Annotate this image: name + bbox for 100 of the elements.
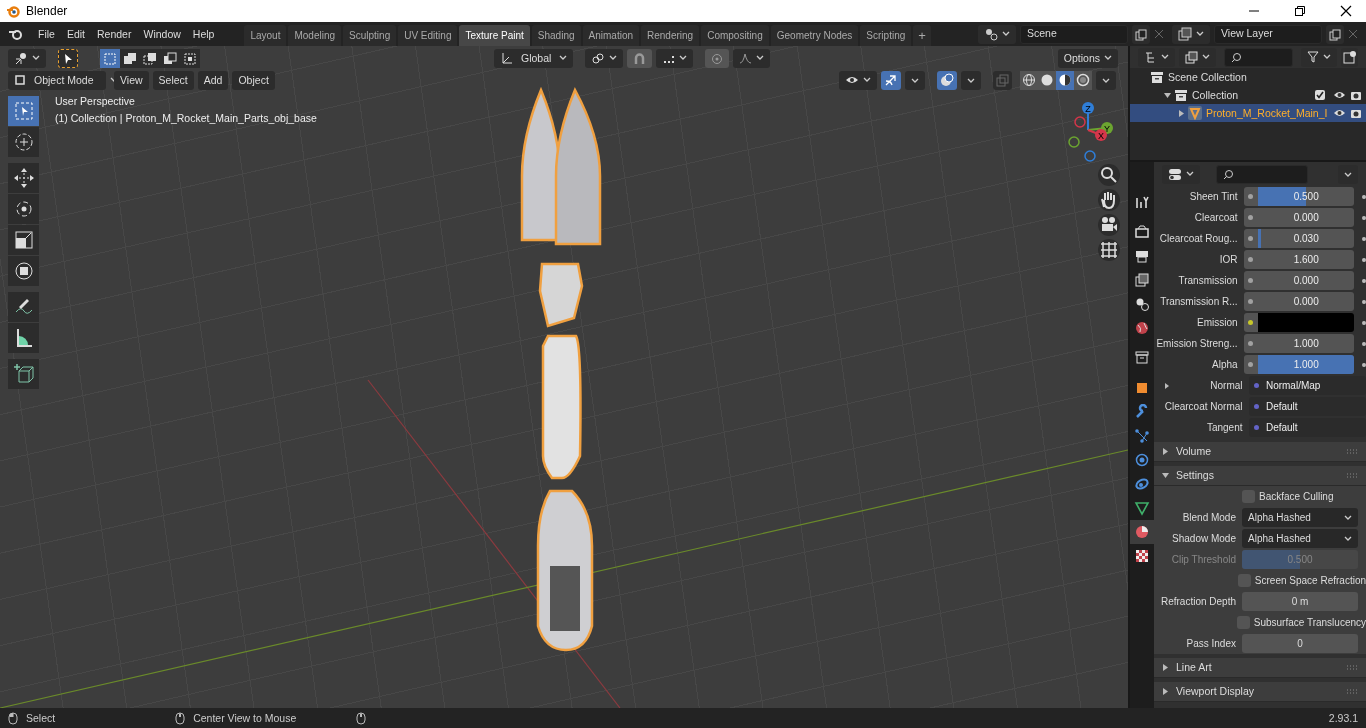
tool-button[interactable] — [58, 48, 78, 68]
xray-toggle[interactable] — [993, 70, 1012, 90]
panel-header[interactable]: Viewport Display — [1154, 682, 1366, 702]
checkbox-label[interactable]: Backface Culling — [1259, 490, 1334, 503]
value-slider[interactable]: 0.000 — [1258, 292, 1355, 311]
duplicate-button[interactable] — [1132, 24, 1150, 44]
dropdown-field[interactable]: Alpha Hashed — [1242, 529, 1358, 548]
socket-icon[interactable] — [1243, 355, 1259, 374]
toolbar-tool[interactable] — [8, 194, 39, 224]
selection-mode-button[interactable] — [160, 48, 180, 68]
pivot-point-dropdown[interactable] — [585, 48, 624, 68]
toolbar-tool[interactable] — [8, 225, 39, 255]
value-slider[interactable]: 0.000 — [1258, 208, 1355, 227]
filter-dropdown[interactable] — [1301, 47, 1337, 67]
linked-input-field[interactable]: Default — [1263, 418, 1366, 437]
toolbar-tool[interactable] — [8, 163, 39, 193]
falloff-dropdown[interactable] — [733, 48, 771, 68]
outliner-item-label[interactable]: Scene Collection — [1168, 70, 1247, 84]
socket-icon[interactable] — [1243, 208, 1259, 227]
value-slider[interactable]: 0.000 — [1258, 271, 1355, 290]
socket-icon[interactable] — [1243, 334, 1259, 353]
color-swatch[interactable] — [1258, 313, 1355, 332]
socket-icon[interactable] — [1243, 229, 1259, 248]
keyframe-dot[interactable] — [1362, 194, 1366, 199]
value-slider[interactable]: 1.000 — [1258, 355, 1355, 374]
options-dropdown[interactable]: Options — [1057, 48, 1118, 68]
toolbar-tool[interactable] — [8, 359, 39, 389]
menu-item[interactable]: Render — [91, 24, 138, 44]
overlays-toggle[interactable] — [937, 70, 957, 90]
navigation-gizmo[interactable]: Z Y X — [1056, 98, 1120, 162]
workspace-tab[interactable]: Texture Paint — [459, 25, 530, 46]
viewport-menu[interactable]: Object — [232, 70, 275, 90]
linked-input-field[interactable]: Default — [1263, 397, 1366, 416]
toolbar-tool[interactable] — [8, 323, 39, 353]
shading-mode-button[interactable] — [1074, 70, 1092, 90]
viewport-menu[interactable]: Select — [152, 70, 194, 90]
workspace-tab[interactable]: Layout — [244, 25, 287, 46]
camera-navigation-button[interactable] — [1098, 214, 1120, 236]
keyframe-dot[interactable] — [1362, 341, 1366, 346]
number-field[interactable]: 0 — [1242, 634, 1358, 653]
viewport-menu[interactable]: View — [114, 70, 149, 90]
display-mode-dropdown[interactable] — [1138, 47, 1175, 67]
view-layer-field[interactable]: View Layer — [1214, 24, 1322, 44]
new-collection-button[interactable] — [1341, 47, 1358, 67]
checkbox[interactable] — [1315, 90, 1325, 100]
snap-target-dropdown[interactable] — [656, 48, 694, 68]
value-slider[interactable]: 0.030 — [1258, 229, 1355, 248]
checkbox-label[interactable]: Screen Space Refraction — [1254, 574, 1366, 587]
transform-orientation-dropdown[interactable]: Global — [494, 48, 574, 68]
properties-editor-dropdown[interactable] — [1162, 164, 1200, 184]
image-stack-selector[interactable] — [1172, 24, 1210, 44]
workspace-tab[interactable]: Animation — [582, 25, 639, 46]
selection-mode-button[interactable] — [100, 48, 120, 68]
checkbox-label[interactable]: Subsurface Translucency — [1253, 616, 1366, 629]
zoom-navigation-button[interactable] — [1098, 164, 1120, 186]
workspace-tab[interactable]: Geometry Nodes — [770, 25, 859, 46]
menu-item[interactable]: Edit — [60, 24, 91, 44]
grid-navigation-button[interactable] — [1098, 239, 1120, 261]
toolbar-tool[interactable] — [8, 256, 39, 286]
keyframe-dot[interactable] — [1362, 278, 1366, 283]
panel-header[interactable]: Line Art — [1154, 658, 1366, 678]
toolbar-tool[interactable] — [8, 127, 39, 157]
shading-mode-button[interactable] — [1056, 70, 1074, 90]
tool-settings-button[interactable] — [8, 48, 46, 68]
workspace-tab[interactable]: UV Editing — [398, 25, 458, 46]
duplicate-button[interactable] — [1326, 24, 1344, 44]
disclosure-triangle[interactable] — [1164, 91, 1174, 99]
scene-field[interactable]: Scene — [1020, 24, 1128, 44]
workspace-tab[interactable]: Rendering — [641, 25, 700, 46]
workspace-tab[interactable]: Scripting — [860, 25, 912, 46]
options-dropdown[interactable] — [1338, 164, 1358, 184]
toolbar-tool[interactable] — [8, 292, 39, 322]
menu-item[interactable]: File — [32, 24, 61, 44]
socket-icon[interactable] — [1243, 187, 1259, 206]
panel-header[interactable]: Settings — [1154, 466, 1366, 486]
search-field[interactable] — [1224, 47, 1293, 67]
selection-mode-button[interactable] — [120, 48, 140, 68]
shading-mode-button[interactable] — [1038, 70, 1056, 90]
hand-navigation-button[interactable] — [1098, 189, 1120, 211]
shading-mode-button[interactable] — [1020, 70, 1038, 90]
panel-header[interactable]: Volume — [1154, 442, 1366, 462]
add-workspace-button[interactable]: + — [913, 25, 931, 46]
keyframe-dot[interactable] — [1362, 299, 1366, 304]
properties-tab[interactable] — [1130, 520, 1154, 544]
socket-icon[interactable] — [1243, 313, 1259, 332]
socket-icon[interactable] — [1243, 250, 1259, 269]
visibility-dropdown[interactable] — [839, 70, 877, 90]
linked-input-field[interactable]: Normal/Map — [1263, 376, 1366, 395]
keyframe-dot[interactable] — [1362, 257, 1366, 262]
menu-item[interactable]: Window — [137, 24, 187, 44]
workspace-tab[interactable]: Sculpting — [343, 25, 397, 46]
socket-icon[interactable] — [1243, 292, 1259, 311]
dropdown-field[interactable]: Alpha Hashed — [1242, 508, 1358, 527]
gizmo-toggle[interactable] — [881, 70, 901, 90]
number-field[interactable]: 1.000 — [1258, 334, 1355, 353]
keyframe-dot[interactable] — [1362, 215, 1366, 220]
keyframe-dot[interactable] — [1362, 236, 1366, 241]
proportional-editing-toggle[interactable] — [705, 48, 730, 68]
keyframe-dot[interactable] — [1362, 320, 1366, 325]
search-field[interactable] — [1216, 164, 1308, 184]
